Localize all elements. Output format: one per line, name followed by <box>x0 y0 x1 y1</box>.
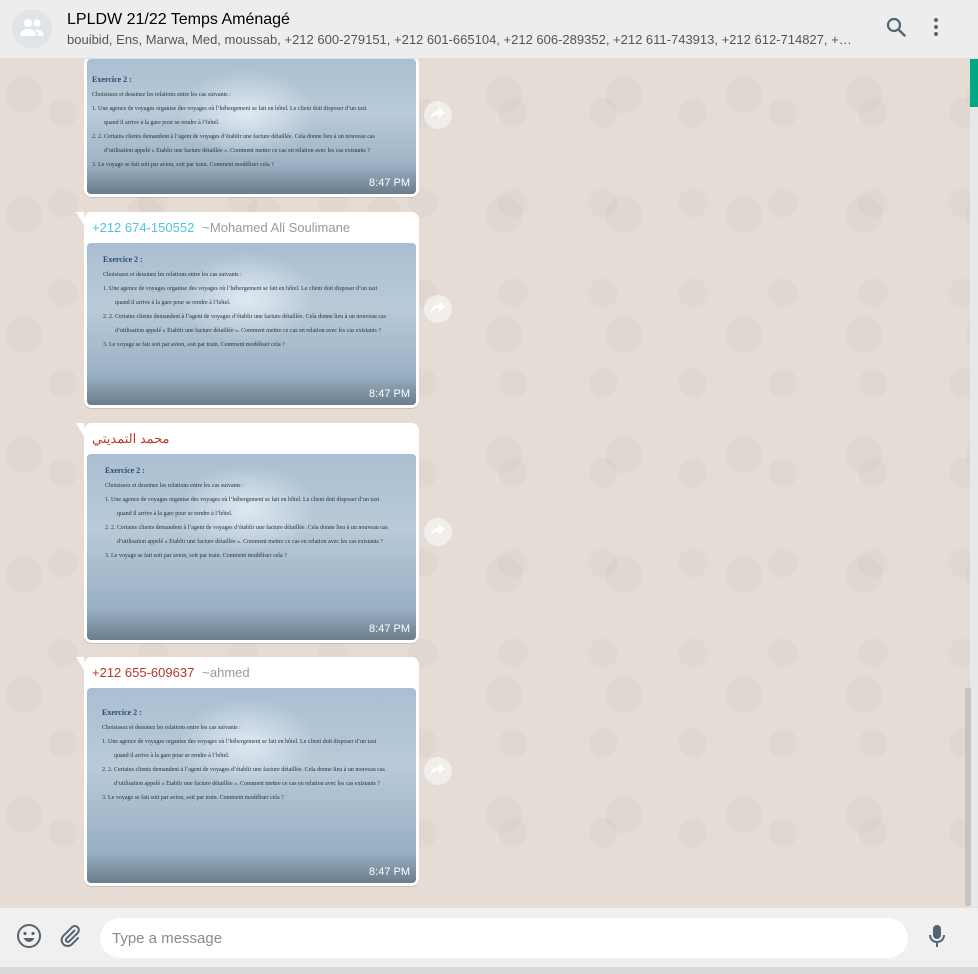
emoji-button[interactable] <box>16 923 42 954</box>
forward-icon <box>430 106 446 125</box>
doc-line: Choisissez et dessinez les relations ent… <box>103 272 242 278</box>
sender-number: +212 655-609637 <box>92 665 195 680</box>
message-input[interactable] <box>100 918 908 958</box>
right-edge <box>970 107 978 907</box>
mic-icon <box>928 924 946 953</box>
accent-bar <box>970 59 978 107</box>
message-time: 8:47 PM <box>369 388 410 400</box>
message-bubble: +212 655-609637 ~ahmed Exercice 2 : Chois… <box>76 657 419 886</box>
search-icon <box>886 17 906 42</box>
doc-line: d’utilisation appelé « Établir une factu… <box>104 148 371 154</box>
chat-participants: bouibid, Ens, Marwa, Med, moussab, +212 … <box>67 32 852 47</box>
emoji-icon <box>16 923 42 954</box>
doc-line: d’utilisation appelé « Établir une factu… <box>117 539 384 545</box>
doc-line: 3. Le voyage se fait soit par avion, soi… <box>105 553 287 559</box>
image-document-text: Exercice 2 : Choisissez et dessinez les … <box>87 688 416 808</box>
doc-line: 2. 2. Certains clients demandent à l’age… <box>103 314 386 320</box>
doc-line: quand il arrive à la gare pour se rendre… <box>117 511 233 517</box>
forward-icon <box>430 762 446 781</box>
message-bubble: Exercice 2 : Choisissez et dessinez les … <box>84 59 419 197</box>
image-message[interactable]: Exercice 2 : Choisissez et dessinez les … <box>87 688 416 883</box>
message-sender[interactable]: +212 674-150552 ~Mohamed Ali Soulimane <box>87 215 416 243</box>
forward-button[interactable] <box>424 295 452 323</box>
forward-icon <box>430 523 446 542</box>
doc-line: Choisissez et dessinez les relations ent… <box>105 483 244 489</box>
group-icon <box>19 17 45 42</box>
forward-button[interactable] <box>424 101 452 129</box>
doc-line: quand il arrive à la gare pour se rendre… <box>104 120 220 126</box>
image-message[interactable]: Exercice 2 : Choisissez et dessinez les … <box>87 59 416 194</box>
doc-line: 1. Une agence de voyages organise des vo… <box>92 106 367 112</box>
exercise-title: Exercice 2 : <box>103 255 143 264</box>
image-document-text: Exercice 2 : Choisissez et dessinez les … <box>87 59 416 175</box>
message-sender[interactable]: محمد التمديتي <box>87 426 416 454</box>
chat-header: LPLDW 21/22 Temps Aménagé bouibid, Ens, … <box>0 0 978 59</box>
search-button[interactable] <box>884 17 908 41</box>
doc-line: 3. Le voyage se fait soit par avion, soi… <box>103 342 285 348</box>
message-bubble: محمد التمديتي Exercice 2 : Choisissez et… <box>76 423 419 643</box>
exercise-title: Exercice 2 : <box>105 466 145 475</box>
menu-icon <box>933 17 939 42</box>
sender-number: محمد التمديتي <box>92 431 170 446</box>
doc-line: d’utilisation appelé « Établir une factu… <box>114 781 381 787</box>
sender-alias: ~ahmed <box>202 665 250 680</box>
message-time: 8:47 PM <box>369 866 410 878</box>
exercise-title: Exercice 2 : <box>102 708 142 717</box>
composer <box>0 907 978 967</box>
message-time: 8:47 PM <box>369 177 410 189</box>
doc-line: Choisissez et dessinez les relations ent… <box>92 92 231 98</box>
doc-line: quand il arrive à la gare pour se rendre… <box>114 753 230 759</box>
message-bubble: +212 674-150552 ~Mohamed Ali Soulimane Ex… <box>76 212 419 408</box>
doc-line: 1. Une agence de voyages organise des vo… <box>105 497 380 503</box>
forward-icon <box>430 300 446 319</box>
doc-line: 2. 2. Certains clients demandent à l’age… <box>92 134 375 140</box>
forward-button[interactable] <box>424 757 452 785</box>
image-message[interactable]: Exercice 2 : Choisissez et dessinez les … <box>87 454 416 640</box>
sender-alias: ~Mohamed Ali Soulimane <box>202 220 351 235</box>
menu-button[interactable] <box>924 17 948 41</box>
image-message[interactable]: Exercice 2 : Choisissez et dessinez les … <box>87 243 416 405</box>
doc-line: Choisissez et dessinez les relations ent… <box>102 725 241 731</box>
scrollbar-thumb[interactable] <box>965 688 971 906</box>
sender-number: +212 674-150552 <box>92 220 195 235</box>
doc-line: 3. Le voyage se fait soit par avion, soi… <box>102 795 284 801</box>
attach-button[interactable] <box>57 924 83 953</box>
image-document-text: Exercice 2 : Choisissez et dessinez les … <box>87 454 416 566</box>
doc-line: quand il arrive à la gare pour se rendre… <box>115 300 231 306</box>
group-avatar[interactable] <box>12 9 52 49</box>
image-document-text: Exercice 2 : Choisissez et dessinez les … <box>87 243 416 355</box>
message-time: 8:47 PM <box>369 623 410 635</box>
chat-info[interactable]: LPLDW 21/22 Temps Aménagé bouibid, Ens, … <box>67 10 857 49</box>
doc-line: 2. 2. Certains clients demandent à l’age… <box>105 525 388 531</box>
doc-line: 1. Une agence de voyages organise des vo… <box>103 286 378 292</box>
window-bottom-edge <box>0 967 978 974</box>
attach-icon <box>58 924 82 953</box>
forward-button[interactable] <box>424 518 452 546</box>
doc-line: d’utilisation appelé « Établir une factu… <box>115 328 382 334</box>
mic-button[interactable] <box>924 924 950 953</box>
chat-title: LPLDW 21/22 Temps Aménagé <box>67 11 290 28</box>
exercise-title: Exercice 2 : <box>92 75 132 84</box>
doc-line: 2. 2. Certains clients demandent à l’age… <box>102 767 385 773</box>
message-list[interactable]: Exercice 2 : Choisissez et dessinez les … <box>0 59 970 907</box>
message-sender[interactable]: +212 655-609637 ~ahmed <box>87 660 416 688</box>
doc-line: 1. Une agence de voyages organise des vo… <box>102 739 377 745</box>
